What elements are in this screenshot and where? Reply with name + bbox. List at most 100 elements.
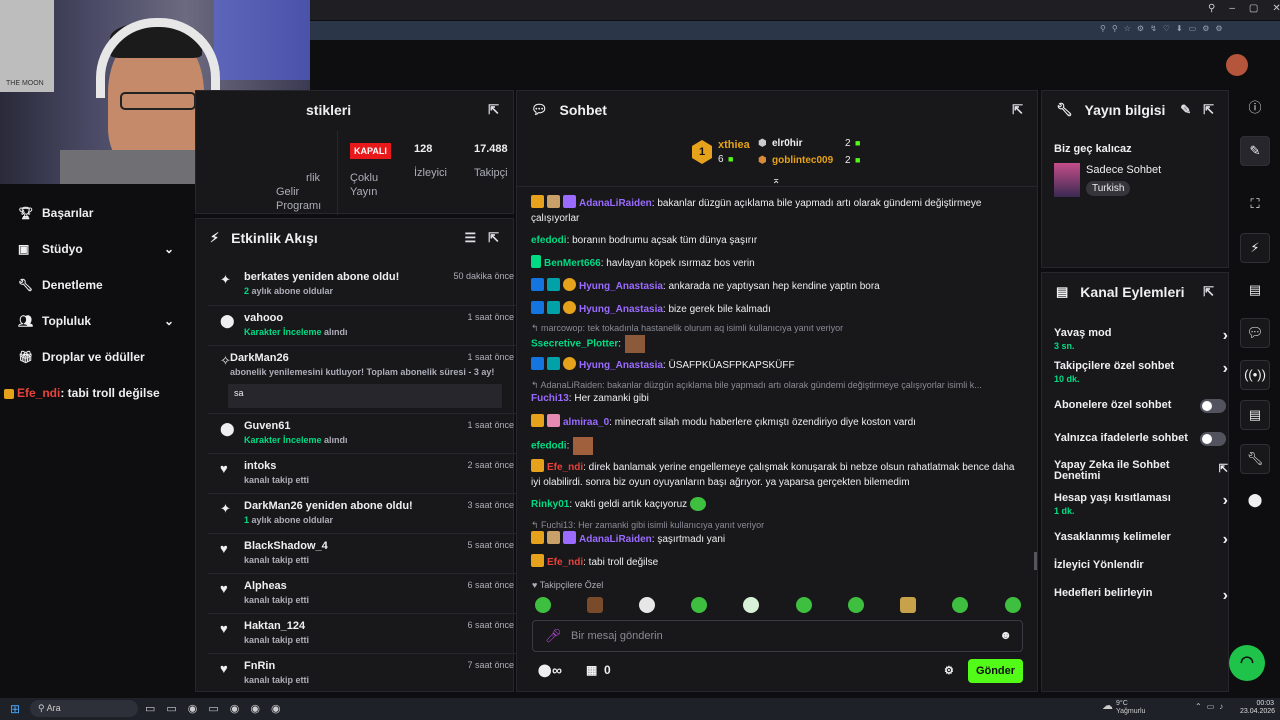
popout-icon[interactable]: ⇱	[1203, 102, 1214, 118]
chat-user[interactable]: AdanaLiRaiden	[579, 534, 652, 545]
sidebar-item-moderation[interactable]: 🔧︎ Denetleme	[0, 267, 192, 303]
chat-message[interactable]: AdanaLiRaiden: bakanlar düzgün açıklama …	[531, 195, 1021, 226]
sidebar-item-community[interactable]: 👥︎ Topluluk ⌄	[0, 303, 192, 339]
emotes-only-toggle[interactable]	[1200, 432, 1226, 446]
activity-item[interactable]: ⬤ Guven61 Karakter İnceleme alındı 1 saa…	[208, 413, 526, 453]
host-viewer-item[interactable]: İzleyici Yönlendir	[1054, 559, 1240, 571]
chat-user[interactable]: efedodi	[531, 441, 567, 452]
chat-user[interactable]: Efe_ndi	[547, 557, 583, 568]
close-icon[interactable]: ✕	[1272, 3, 1280, 17]
chat-message[interactable]: Efe_ndi: direk banlamak yerine engelleme…	[531, 459, 1021, 490]
banned-words-item[interactable]: Yasaklanmış kelimeler ›	[1054, 531, 1240, 548]
chat-scrollbar[interactable]	[1034, 552, 1037, 570]
chat-user[interactable]: Efe_ndi	[547, 462, 583, 473]
chat-message[interactable]: Ssecretive_Plotter:	[531, 335, 1021, 353]
emote-icon[interactable]	[535, 597, 551, 613]
slow-mode-item[interactable]: Yavaş mod 3 sn. ›	[1054, 327, 1240, 351]
edit-icon[interactable]: ✎	[1180, 102, 1191, 118]
ai-moderation-item[interactable]: Yapay Zeka ile Sohbet Denetimi ⇱	[1054, 460, 1240, 482]
emote-icon[interactable]	[1005, 597, 1021, 613]
wrench-icon[interactable]: 🔧︎	[1240, 444, 1270, 474]
emote-icon[interactable]	[743, 597, 759, 613]
subscribers-only-toggle[interactable]	[1200, 399, 1226, 413]
chat-message[interactable]: Rinky01: vakti geldi artık kaçıyoruz	[531, 497, 1021, 512]
emote-icon[interactable]	[952, 597, 968, 613]
emote-icon[interactable]	[587, 597, 603, 613]
focus-icon[interactable]: ⛶	[1240, 190, 1270, 220]
search-icon[interactable]: ⚲	[1208, 3, 1215, 17]
sidebar-item-drops[interactable]: 🎁︎ Droplar ve ödüller	[0, 339, 192, 375]
followers-only-item[interactable]: Takipçilere özel sohbet 10 dk. ›	[1054, 360, 1240, 384]
community-icon[interactable]: ⬤	[1240, 486, 1270, 516]
set-goals-item[interactable]: Hedefleri belirleyin ›	[1054, 587, 1240, 604]
emotes-only-item[interactable]: Yalnızca ifadelerle sohbet	[1054, 432, 1240, 446]
sidebar-item-studio[interactable]: ▣ Stüdyo ⌄	[0, 231, 192, 267]
settings-icon[interactable]: ⚙	[944, 664, 954, 677]
chat-input-box[interactable]: 🎤︎ Bir mesaj gönderin ☻	[532, 620, 1023, 652]
chat-message[interactable]: Hyung_Anastasia: ÜSAFPKÜASFPKAPSKÜFF	[531, 357, 1021, 373]
activity-item[interactable]: ♥ BlackShadow_4 kanalı takip etti 5 saat…	[208, 533, 526, 573]
activity-item[interactable]: ♥ Haktan_124 kanalı takip etti 6 saat ön…	[208, 613, 526, 653]
notes-icon[interactable]: ▤	[1240, 276, 1270, 306]
store-icon[interactable]: ▦	[586, 663, 597, 677]
filter-icon[interactable]: ☰	[464, 230, 476, 246]
activity-item[interactable]: ✦ DarkMan26 yeniden abone oldu! 1 aylık …	[208, 493, 526, 533]
chat-message[interactable]: Efe_ndi: tabi troll değilse	[531, 554, 1021, 570]
chat-user[interactable]: AdanaLiRaiden	[579, 198, 652, 209]
emote-icon[interactable]	[900, 597, 916, 613]
chat-user[interactable]: Hyung_Anastasia	[579, 281, 663, 292]
chat-user[interactable]: almiraa_0	[563, 417, 609, 428]
chat-user[interactable]: Hyung_Anastasia	[579, 304, 663, 315]
activity-item[interactable]: ♥ FnRin kanalı takip etti 7 saat önce	[208, 653, 526, 693]
chat-message[interactable]: almiraa_0: minecraft silah modu haberler…	[531, 414, 1021, 430]
popout-icon[interactable]: ⇱	[1012, 102, 1023, 118]
chat-user[interactable]: Rinky01	[531, 499, 569, 510]
language-tag[interactable]: Turkish	[1086, 181, 1131, 196]
emote-icon[interactable]	[796, 597, 812, 613]
chat-icon[interactable]: 💬︎	[1240, 318, 1270, 348]
account-age-item[interactable]: Hesap yaşı kısıtlaması 1 dk. ›	[1054, 492, 1240, 516]
chat-message[interactable]: AdanaLiRaiden: şaşırtmadı yani	[531, 531, 1021, 547]
chat-message[interactable]: efedodi: boranın bodrumu açsak tüm dünya…	[531, 233, 1021, 248]
taskbar-search[interactable]: ⚲ Ara	[30, 700, 138, 717]
subscribers-only-item[interactable]: Abonelere özel sohbet	[1054, 399, 1240, 413]
expand-leaderboard-icon[interactable]: ⌅	[772, 175, 780, 186]
avatar[interactable]	[1226, 54, 1248, 76]
emoji-icon[interactable]: ☻	[999, 628, 1012, 642]
popout-icon[interactable]: ⇱	[488, 230, 499, 246]
chat-message[interactable]: Hyung_Anastasia: ankarada ne yaptıysan h…	[531, 278, 1021, 294]
popout-icon[interactable]: ⇱	[488, 102, 499, 118]
third-gifter[interactable]: goblintec009	[772, 155, 833, 166]
points-icon[interactable]: ⬤	[538, 663, 551, 677]
chat-user[interactable]: Hyung_Anastasia	[579, 360, 663, 371]
second-gifter[interactable]: elr0hir	[772, 138, 803, 149]
top-gifter[interactable]: xthiea	[718, 139, 750, 151]
chat-message[interactable]: BenMert666: havlayan köpek ısırmaz bos v…	[531, 255, 1021, 271]
emote-icon[interactable]	[848, 597, 864, 613]
chat-message[interactable]: efedodi:	[531, 437, 1021, 455]
activity-item[interactable]: ✧ DarkMan26 abonelik yenilemesini kutluy…	[208, 345, 526, 413]
info-icon[interactable]: ⓘ	[1240, 94, 1270, 124]
broadcast-icon[interactable]: ((•))	[1240, 360, 1270, 390]
activity-item[interactable]: ⬤ vahooo Karakter İnceleme alındı 1 saat…	[208, 305, 526, 345]
emote-icon[interactable]	[639, 597, 655, 613]
chat-message[interactable]: Fuchi13: Her zamanki gibi	[531, 391, 1021, 406]
chat-message[interactable]: Hyung_Anastasia: bize gerek bile kalmadı	[531, 301, 1021, 317]
activity-item[interactable]: ✦ berkates yeniden abone oldu! 2 aylık a…	[208, 265, 526, 305]
windows-icon[interactable]: ⊞	[10, 702, 20, 720]
activity-item[interactable]: ♥ Alpheas kanalı takip etti 6 saat önce	[208, 573, 526, 613]
send-button[interactable]: Gönder	[968, 659, 1023, 683]
minimize-icon[interactable]: –	[1229, 3, 1235, 17]
emote-icon[interactable]	[691, 597, 707, 613]
category-name[interactable]: Sadece Sohbet	[1086, 164, 1161, 176]
edit-icon[interactable]: ✎	[1240, 136, 1270, 166]
chat-user[interactable]: Fuchi13	[531, 393, 569, 404]
chat-input[interactable]: Bir mesaj gönderin	[571, 630, 663, 642]
activity-item[interactable]: ♥ intoks kanalı takip etti 2 saat önce	[208, 453, 526, 493]
microphone-icon[interactable]: 🎤︎	[545, 628, 562, 644]
sidebar-item-achievements[interactable]: 🏆︎ Başarılar	[0, 195, 192, 231]
support-button[interactable]: ◠	[1229, 645, 1265, 681]
channel-actions-icon[interactable]: ▤	[1240, 400, 1270, 430]
lightning-icon[interactable]: ⚡︎	[1240, 233, 1270, 263]
chat-user[interactable]: efedodi	[531, 235, 567, 246]
